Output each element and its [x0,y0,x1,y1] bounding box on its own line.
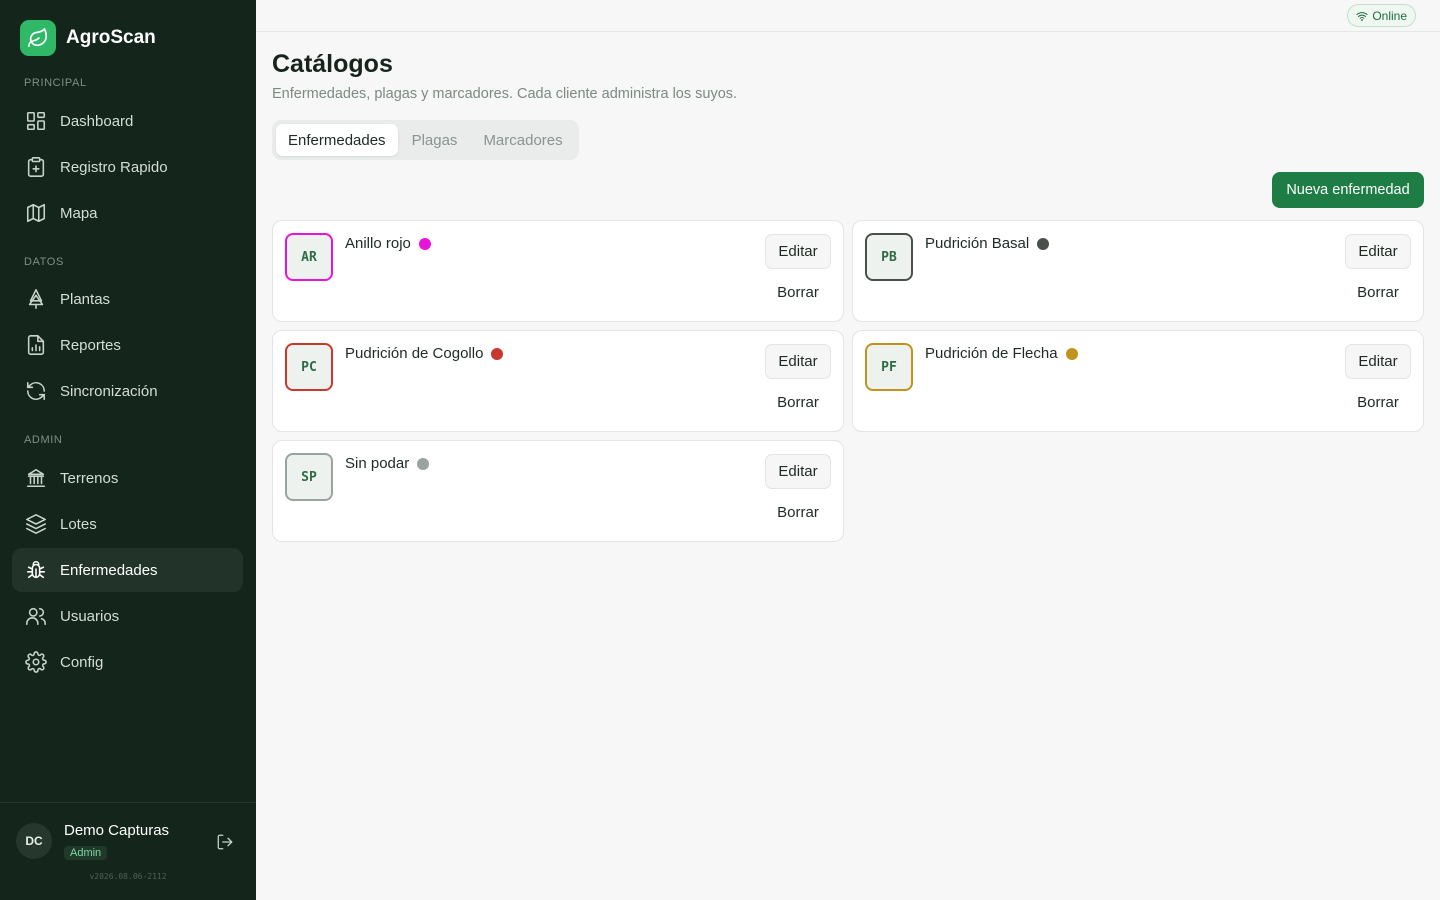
disease-card: PB Pudrición Basal Editar Borrar [852,220,1424,322]
disease-card: AR Anillo rojo Editar Borrar [272,220,844,322]
tab-enfermedades[interactable]: Enfermedades [276,124,398,156]
nav-label: Plantas [60,290,111,308]
nav-label: Mapa [60,204,98,222]
disease-name-text: Pudrición de Flecha [925,345,1058,362]
users-icon [24,604,48,628]
sync-icon [24,379,48,403]
nav-label: Dashboard [60,112,134,130]
delete-button[interactable]: Borrar [1345,386,1411,418]
nav-item-usuarios[interactable]: Usuarios [12,594,243,638]
disease-name: Pudrición de Flecha [925,345,1078,362]
nav-item-reportes[interactable]: Reportes [12,323,243,367]
nav-item-lotes[interactable]: Lotes [12,502,243,546]
color-dot [418,237,431,250]
logout-icon [217,834,233,850]
nav-item-terrenos[interactable]: Terrenos [12,456,243,500]
delete-button[interactable]: Borrar [765,496,831,528]
nav-item-plantas[interactable]: Plantas [12,277,243,321]
building-icon [24,466,48,490]
new-disease-button[interactable]: Nueva enfermedad [1272,172,1424,208]
disease-name-text: Sin podar [345,455,410,472]
delete-button[interactable]: Borrar [765,276,831,308]
disease-code: AR [285,233,333,281]
leaf-icon [20,20,56,56]
section-label-principal: PRINCIPAL [24,77,87,89]
disease-name-text: Pudrición Basal [925,235,1030,252]
disease-code: PB [865,233,913,281]
disease-card: PF Pudrición de Flecha Editar Borrar [852,330,1424,432]
disease-name: Sin podar [345,455,430,472]
color-dot [491,347,504,360]
page-title: Catálogos [272,50,393,78]
disease-name-text: Anillo rojo [345,235,411,252]
disease-code: SP [285,453,333,501]
report-icon [24,333,48,357]
nav-label: Enfermedades [60,561,158,579]
app-version: v2026.08.06-2112 [89,872,167,881]
nav-item-registro-rapido[interactable]: Registro Rapido [12,145,243,189]
layers-icon [24,512,48,536]
disease-card: PC Pudrición de Cogollo Editar Borrar [272,330,844,432]
nav-label: Registro Rapido [60,158,168,176]
disease-card: SP Sin podar Editar Borrar [272,440,844,542]
color-dot [1065,347,1078,360]
page-subtitle: Enfermedades, plagas y marcadores. Cada … [272,86,738,102]
edit-button[interactable]: Editar [765,454,831,489]
nav-item-config[interactable]: Config [12,640,243,684]
logout-button[interactable] [214,831,236,853]
tab-plagas[interactable]: Plagas [400,124,470,156]
brand-name: AgroScan [66,27,156,48]
nav-item-mapa[interactable]: Mapa [12,191,243,235]
disease-name: Pudrición de Cogollo [345,345,504,362]
status-text: Online [1372,8,1407,23]
disease-name: Pudrición Basal [925,235,1050,252]
disease-name-text: Pudrición de Cogollo [345,345,484,362]
nav-item-sincronizacion[interactable]: Sincronización [12,369,243,413]
section-label-admin: ADMIN [24,434,63,446]
nav-label: Lotes [60,515,97,533]
color-dot [417,457,430,470]
map-icon [24,201,48,225]
color-dot [1037,237,1050,250]
status-badge: Online [1347,4,1416,27]
user-panel: DC Demo Capturas Admin v2026.08.06-2112 [0,802,256,900]
bug-icon [24,558,48,582]
tree-icon [24,287,48,311]
nav-item-enfermedades[interactable]: Enfermedades [12,548,243,592]
dashboard-icon [24,109,48,133]
nav-label: Sincronización [60,382,158,400]
delete-button[interactable]: Borrar [1345,276,1411,308]
brand[interactable]: AgroScan [20,20,156,56]
catalog-tabs: Enfermedades Plagas Marcadores [272,120,579,160]
nav-item-dashboard[interactable]: Dashboard [12,99,243,143]
role-badge: Admin [64,846,108,860]
gear-icon [24,650,48,674]
topbar: Online [256,0,1440,32]
sidebar: AgroScan PRINCIPAL Dashboard Registro Ra… [0,0,256,900]
edit-button[interactable]: Editar [765,234,831,269]
section-label-datos: DATOS [24,256,64,268]
disease-name: Anillo rojo [345,235,431,252]
edit-button[interactable]: Editar [1345,344,1411,379]
disease-code: PC [285,343,333,391]
tab-marcadores[interactable]: Marcadores [471,124,574,156]
user-name: Demo Capturas [64,822,170,839]
nav-label: Usuarios [60,607,120,625]
nav-label: Terrenos [60,469,119,487]
disease-code: PF [865,343,913,391]
nav-label: Config [60,653,104,671]
delete-button[interactable]: Borrar [765,386,831,418]
edit-button[interactable]: Editar [1345,234,1411,269]
edit-button[interactable]: Editar [765,344,831,379]
nav-label: Reportes [60,336,121,354]
clipboard-plus-icon [24,155,48,179]
avatar: DC [16,823,52,859]
wifi-icon [1356,11,1368,21]
